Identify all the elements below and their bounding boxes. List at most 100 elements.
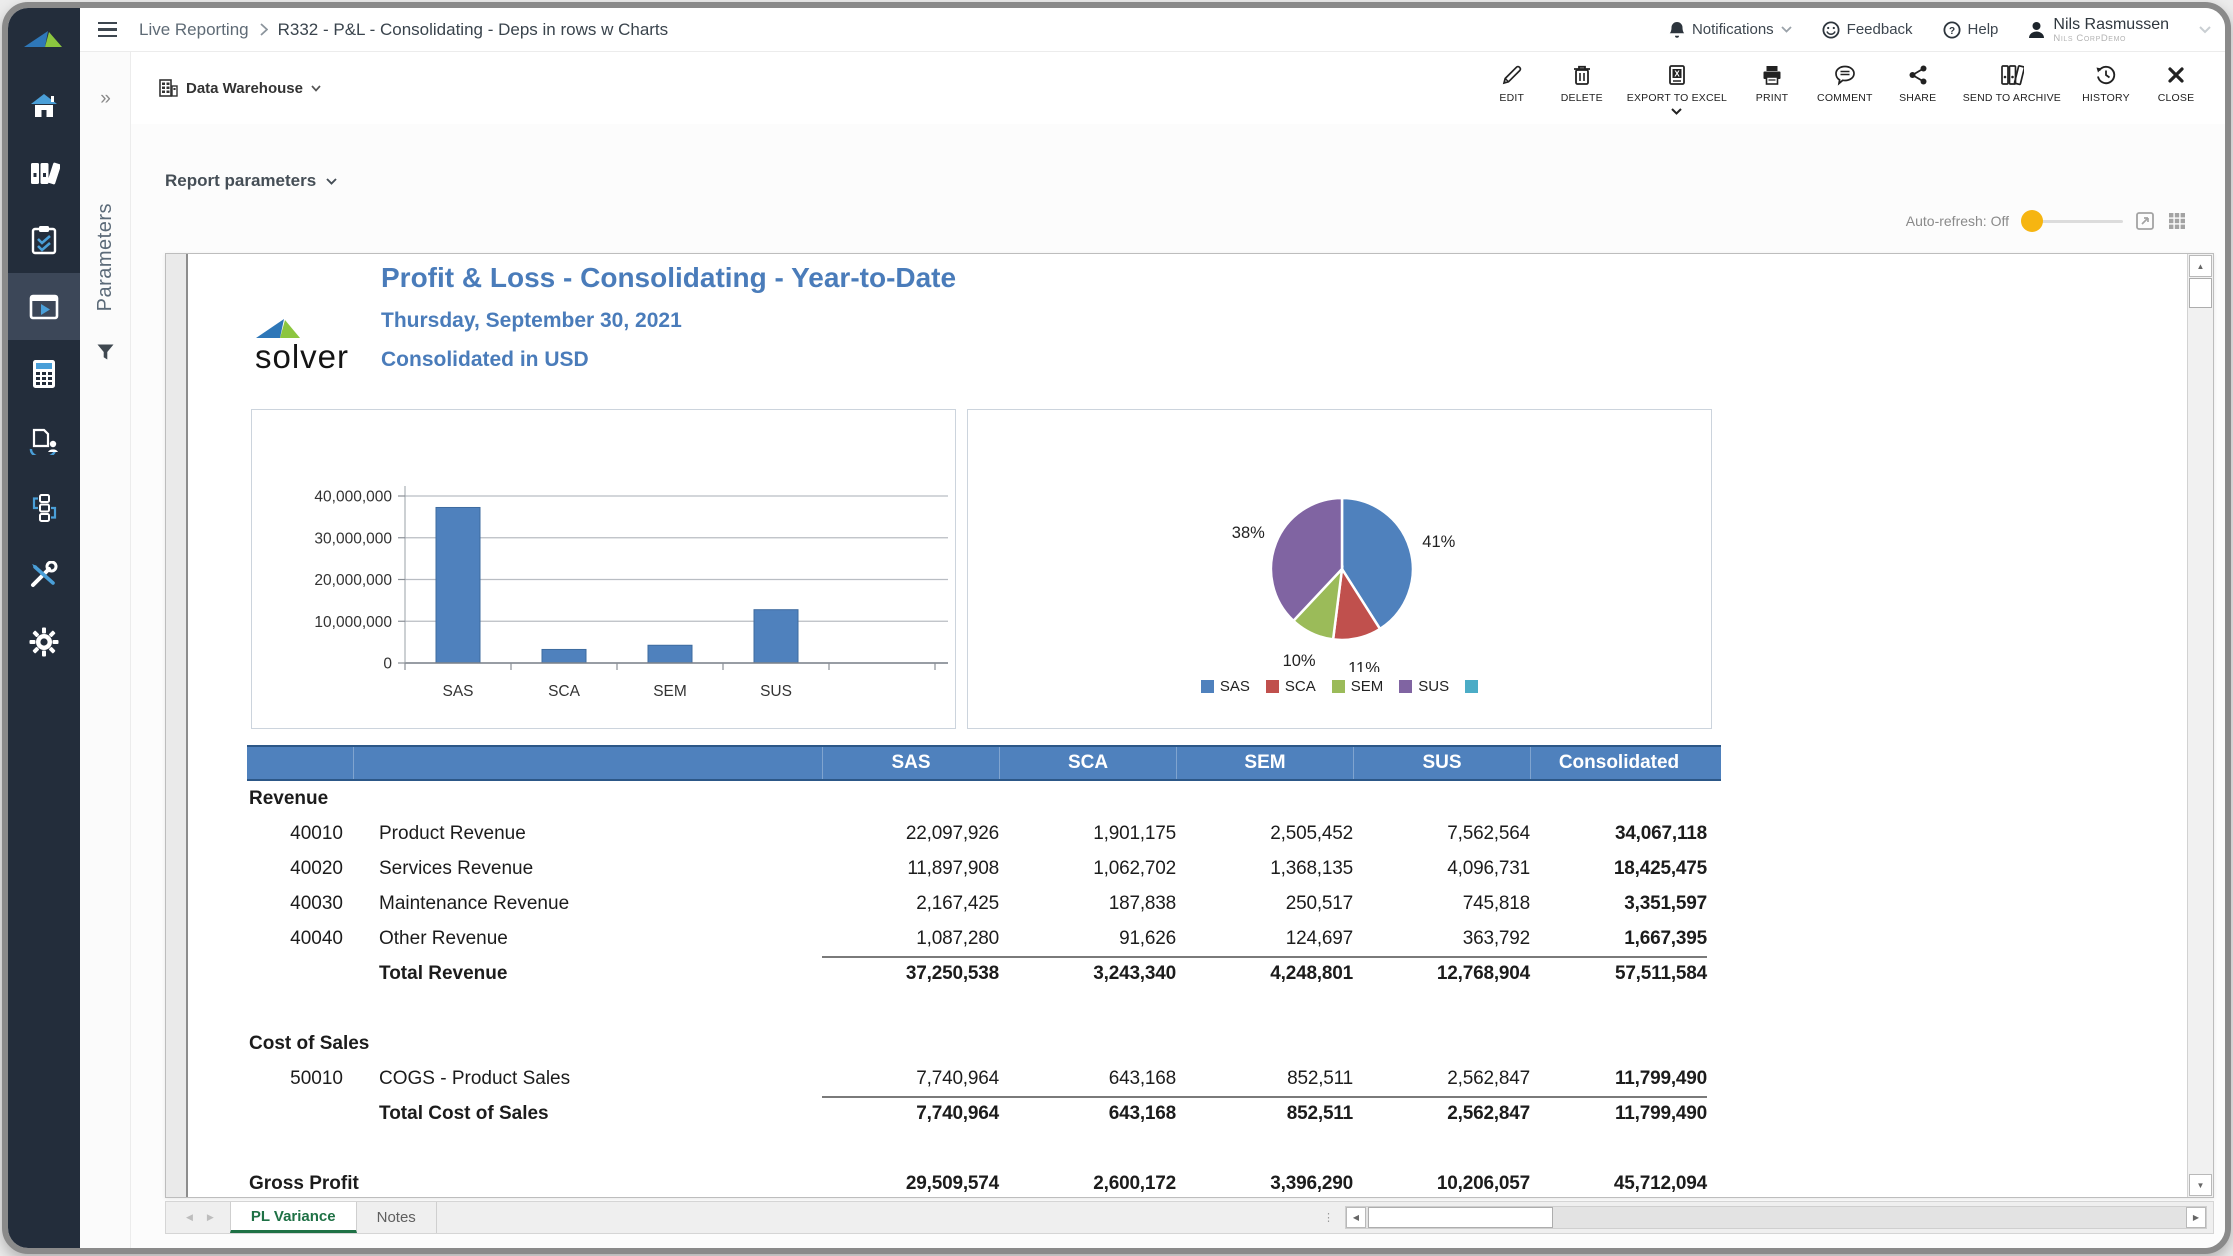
svg-text:SUS: SUS [760, 683, 792, 700]
svg-text:SEM: SEM [653, 683, 687, 700]
vertical-scrollbar[interactable]: ▲ ▼ [2187, 254, 2213, 1197]
sidebar [8, 8, 80, 1248]
scroll-up-button[interactable]: ▲ [2189, 255, 2212, 277]
trash-icon [1572, 64, 1592, 86]
auto-refresh-slider[interactable] [2021, 210, 2123, 232]
archive-binders-icon [2000, 64, 2024, 86]
filter-funnel-icon[interactable] [80, 344, 131, 360]
sidebar-item-binders[interactable] [8, 139, 80, 206]
auto-refresh-control: Auto-refresh: Off [1906, 210, 2187, 232]
help-icon: ? [1943, 21, 1961, 39]
svg-text:?: ? [1948, 26, 1954, 37]
rail-expand-icon[interactable]: » [80, 88, 131, 110]
feedback-button[interactable]: Feedback [1822, 21, 1913, 39]
report-parameters-toggle[interactable]: Report parameters [165, 171, 337, 191]
breadcrumb-separator-icon [259, 23, 268, 36]
horizontal-scroll-thumb[interactable] [1368, 1207, 1553, 1228]
report-date: Thursday, September 30, 2021 [381, 309, 682, 333]
notifications-label: Notifications [1692, 21, 1774, 38]
help-button[interactable]: ? Help [1943, 21, 1999, 39]
svg-text:40,000,000: 40,000,000 [314, 489, 392, 506]
chevron-down-icon [1671, 108, 1682, 115]
sidebar-item-home[interactable] [8, 72, 80, 139]
toolbar-actions: EDIT DELETE X EXPORT T [1481, 60, 2225, 117]
smiley-icon [1822, 21, 1840, 39]
tab-scroll-right-icon[interactable]: ▶ [207, 1212, 214, 1223]
svg-text:30,000,000: 30,000,000 [314, 530, 392, 547]
svg-text:41%: 41% [1422, 533, 1455, 551]
legend-item: SUS [1399, 678, 1449, 695]
window-chevron-down-icon[interactable] [2199, 26, 2211, 34]
print-button[interactable]: PRINT [1741, 60, 1803, 106]
workflow-icon [30, 493, 58, 523]
report-viewer: solver Profit & Loss - Consolidating - Y… [165, 253, 2214, 1198]
chevron-down-icon [1781, 26, 1792, 33]
breadcrumb: Live Reporting R332 - P&L - Consolidatin… [139, 20, 668, 40]
svg-text:SCA: SCA [548, 683, 581, 700]
home-icon [29, 92, 59, 120]
history-clock-icon [2095, 64, 2117, 86]
report-player-icon [29, 293, 59, 321]
tab-pl-variance[interactable]: PL Variance [230, 1202, 357, 1233]
close-icon [2166, 64, 2186, 86]
vertical-scroll-thumb[interactable] [2189, 278, 2212, 308]
user-name: Nils Rasmussen [2053, 16, 2169, 33]
sidebar-item-calculator[interactable] [8, 340, 80, 407]
column-header: SAS [822, 747, 999, 779]
sidebar-item-clipboard[interactable] [8, 206, 80, 273]
grid-view-icon[interactable] [2167, 211, 2187, 231]
table-section-row: Cost of Sales [247, 1026, 1721, 1061]
table-section-row: Revenue [247, 781, 1721, 816]
notifications-button[interactable]: Notifications [1669, 21, 1792, 39]
edit-button[interactable]: EDIT [1481, 60, 1543, 106]
sidebar-item-reports[interactable] [8, 273, 80, 340]
table-row: Total Cost of Sales7,740,964643,168852,5… [247, 1096, 1721, 1131]
sidebar-item-workflow[interactable] [8, 474, 80, 541]
popout-icon[interactable] [2135, 211, 2155, 231]
user-menu[interactable]: Nils Rasmussen Nils CorpDemo [2028, 16, 2169, 44]
column-header: SCA [999, 747, 1176, 779]
scroll-left-button[interactable]: ◀ [1346, 1207, 1366, 1228]
sidebar-item-tools[interactable] [8, 541, 80, 608]
legend-item: SAS [1201, 678, 1250, 695]
tab-label: PL Variance [251, 1208, 336, 1225]
table-header-row: SASSCASEMSUSConsolidated [247, 745, 1721, 781]
column-header [247, 747, 353, 779]
slider-knob[interactable] [2021, 210, 2043, 232]
sidebar-item-document-sync[interactable] [8, 407, 80, 474]
datasource-dropdown[interactable]: Data Warehouse [159, 79, 321, 97]
tab-scroll-left-icon[interactable]: ◀ [186, 1212, 193, 1223]
tools-icon [29, 561, 59, 589]
tab-notes[interactable]: Notes [357, 1202, 437, 1233]
pencil-icon [1501, 64, 1523, 86]
comment-button[interactable]: COMMENT [1811, 60, 1879, 106]
solver-logo-icon [8, 8, 80, 72]
horizontal-scrollbar[interactable]: ◀ ▶ [1345, 1206, 2207, 1229]
hamburger-menu-icon[interactable] [98, 22, 117, 38]
scroll-right-button[interactable]: ▶ [2186, 1207, 2206, 1228]
history-button[interactable]: HISTORY [2075, 60, 2137, 106]
sidebar-item-settings[interactable] [8, 608, 80, 675]
breadcrumb-report-name: R332 - P&L - Consolidating - Deps in row… [278, 20, 669, 40]
document-sync-icon [28, 427, 60, 455]
svg-text:SAS: SAS [442, 683, 473, 700]
send-to-archive-button[interactable]: SEND TO ARCHIVE [1957, 60, 2067, 106]
excel-file-icon: X [1667, 64, 1687, 86]
user-org: Nils CorpDemo [2053, 33, 2169, 44]
report-subtitle: Consolidated in USD [381, 348, 589, 372]
table-row: 40030Maintenance Revenue2,167,425187,838… [247, 886, 1721, 921]
column-header: SUS [1353, 747, 1530, 779]
scroll-down-button[interactable]: ▼ [2189, 1174, 2212, 1196]
share-icon [1908, 64, 1928, 86]
delete-button[interactable]: DELETE [1551, 60, 1613, 106]
export-to-excel-button[interactable]: X EXPORT TO EXCEL [1621, 60, 1733, 117]
splitter-grip[interactable]: ⋮ [1323, 1202, 1345, 1233]
breadcrumb-live-reporting[interactable]: Live Reporting [139, 20, 249, 40]
share-button[interactable]: SHARE [1887, 60, 1949, 106]
close-button[interactable]: CLOSE [2145, 60, 2207, 106]
legend-item [1465, 678, 1478, 695]
datasource-label: Data Warehouse [186, 80, 303, 97]
legend-item: SEM [1332, 678, 1384, 695]
report-parameters-label: Report parameters [165, 171, 316, 191]
table-row: Total Revenue37,250,5383,243,3404,248,80… [247, 956, 1721, 991]
